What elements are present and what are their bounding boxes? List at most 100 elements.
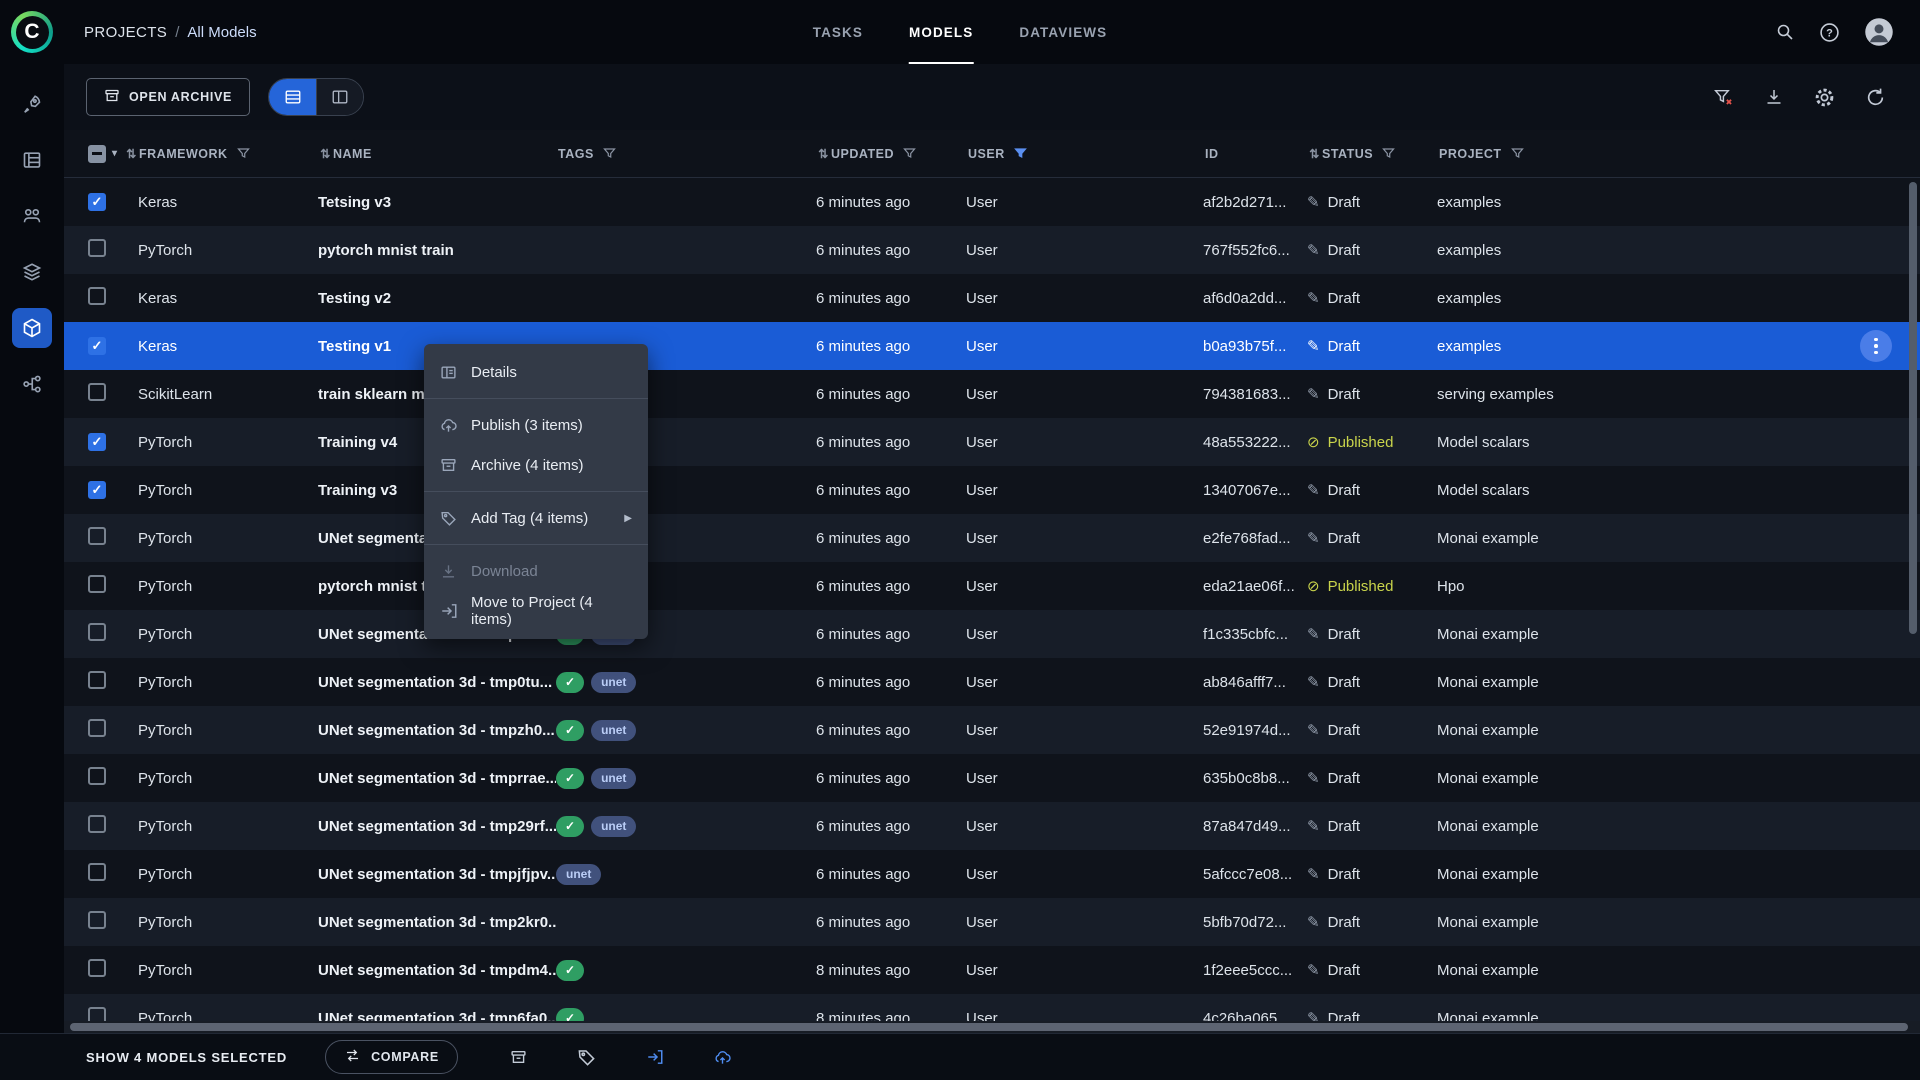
footer-tag-icon[interactable]	[577, 1048, 596, 1067]
vertical-scrollbar-thumb[interactable]	[1909, 182, 1917, 634]
draft-icon: ✎	[1307, 722, 1320, 739]
table-row[interactable]: PyTorch UNet segmentation 3d - tmp0tu...…	[64, 658, 1920, 706]
filter-icon[interactable]	[1013, 147, 1027, 160]
tab-tasks[interactable]: TASKS	[813, 0, 863, 64]
row-menu-button[interactable]	[1860, 330, 1892, 362]
table-row[interactable]: Keras Testing v2 6 minutes ago User af6d…	[64, 274, 1920, 322]
sort-icon[interactable]: ⇅	[126, 147, 137, 161]
table-view-button[interactable]	[269, 79, 317, 115]
row-checkbox[interactable]	[88, 959, 106, 977]
table-row[interactable]: PyTorch UNet segmentat... 6 minutes ago …	[64, 514, 1920, 562]
filter-icon[interactable]	[1510, 147, 1524, 160]
rocket-icon[interactable]	[12, 84, 52, 124]
footer-publish-icon[interactable]	[714, 1049, 731, 1066]
table-row[interactable]: PyTorch UNet segmentation 3d - tmprrae..…	[64, 754, 1920, 802]
column-header-name[interactable]: ⇅ NAME	[318, 130, 556, 177]
card-view-button[interactable]	[316, 79, 364, 115]
select-all-checkbox[interactable]	[88, 144, 106, 163]
column-header-project[interactable]: PROJECT	[1437, 130, 1920, 177]
horizontal-scrollbar-thumb[interactable]	[70, 1023, 1908, 1031]
tab-dataviews[interactable]: DATAVIEWS	[1019, 0, 1107, 64]
table-row[interactable]: ScikitLearn train sklearn mo... 6 minute…	[64, 370, 1920, 418]
table-row[interactable]: PyTorch UNet segmentation 3d - tmpdm4...…	[64, 946, 1920, 994]
table-row[interactable]: PyTorch UNet segmentation 3d - tmp2kr0..…	[64, 898, 1920, 946]
row-checkbox[interactable]	[88, 1007, 106, 1021]
footer-move-to-project-icon[interactable]	[646, 1048, 664, 1066]
table-row[interactable]: PyTorch pytorch mnist tr... 6 minutes ag…	[64, 562, 1920, 610]
column-header-user[interactable]: USER	[966, 130, 1203, 177]
menu-item-move-to-project-4-items[interactable]: Move to Project (4 items)	[424, 591, 648, 631]
row-checkbox[interactable]	[88, 767, 106, 785]
row-checkbox[interactable]	[88, 863, 106, 881]
avatar[interactable]	[1864, 17, 1894, 47]
row-checkbox[interactable]	[88, 383, 106, 401]
models-icon[interactable]	[12, 308, 52, 348]
row-checkbox[interactable]	[88, 193, 106, 211]
table-row[interactable]: PyTorch Training v4 6 minutes ago User 4…	[64, 418, 1920, 466]
updated-cell: 6 minutes ago	[816, 769, 911, 787]
table-row[interactable]: PyTorch UNet segmentation 3d - tmp6fa0..…	[64, 994, 1920, 1021]
breadcrumb-root[interactable]: PROJECTS	[84, 24, 167, 41]
menu-item-publish-3-items[interactable]: Publish (3 items)	[424, 405, 648, 445]
search-icon[interactable]	[1775, 22, 1795, 42]
app-logo[interactable]: C	[0, 0, 64, 64]
row-checkbox[interactable]	[88, 911, 106, 929]
sort-icon[interactable]: ⇅	[1309, 147, 1320, 161]
column-header-updated[interactable]: ⇅ UPDATED	[816, 130, 966, 177]
menu-item-archive-4-items[interactable]: Archive (4 items)	[424, 445, 648, 485]
download-icon[interactable]	[1764, 87, 1784, 107]
compare-button[interactable]: COMPARE	[325, 1040, 458, 1074]
column-header-framework[interactable]: ⇅ FRAMEWORK	[124, 130, 318, 177]
row-checkbox[interactable]	[88, 287, 106, 305]
filter-icon[interactable]	[903, 147, 916, 160]
open-archive-button[interactable]: OPEN ARCHIVE	[86, 78, 251, 116]
filter-icon[interactable]	[1382, 147, 1396, 160]
selection-dropdown-caret[interactable]: ▾	[112, 148, 118, 159]
table-row[interactable]: PyTorch UNet segmentation 3d - tmpzh0...…	[64, 706, 1920, 754]
framework-cell: ScikitLearn	[138, 385, 213, 403]
menu-item-add-tag-4-items[interactable]: Add Tag (4 items) ▶	[424, 498, 648, 538]
column-header-id[interactable]: ID	[1203, 130, 1307, 177]
column-header-status[interactable]: ⇅ STATUS	[1307, 130, 1437, 177]
pipelines-icon[interactable]	[12, 364, 52, 404]
horizontal-scrollbar[interactable]	[64, 1021, 1920, 1033]
tab-models[interactable]: MODELS	[909, 0, 974, 64]
filter-icon[interactable]	[236, 147, 250, 160]
id-cell: e2fe768fad...	[1203, 529, 1291, 547]
datasets-icon[interactable]	[12, 252, 52, 292]
table-row[interactable]: PyTorch Training v3 6 minutes ago User 1…	[64, 466, 1920, 514]
row-checkbox[interactable]	[88, 239, 106, 257]
table-row[interactable]: PyTorch pytorch mnist train 6 minutes ag…	[64, 226, 1920, 274]
table-row[interactable]: PyTorch UNet segmentation 3d - tmprb9d..…	[64, 610, 1920, 658]
footer-archive-icon[interactable]	[510, 1049, 527, 1066]
selection-count-label[interactable]: SHOW 4 MODELS SELECTED	[86, 1050, 287, 1065]
status-label: Published	[1327, 434, 1394, 451]
settings-icon[interactable]	[1814, 87, 1835, 108]
help-icon[interactable]: ?	[1819, 22, 1840, 43]
filter-icon[interactable]	[602, 147, 616, 160]
table-row[interactable]: PyTorch UNet segmentation 3d - tmp29rf..…	[64, 802, 1920, 850]
breadcrumb-current[interactable]: All Models	[187, 24, 256, 41]
row-checkbox[interactable]	[88, 623, 106, 641]
refresh-icon[interactable]	[1865, 87, 1886, 108]
table-row[interactable]: PyTorch UNet segmentation 3d - tmpjfjpv.…	[64, 850, 1920, 898]
table-row[interactable]: Keras Testing v1 6 minutes ago User b0a9…	[64, 322, 1920, 370]
column-header-tags[interactable]: TAGS	[556, 130, 816, 177]
row-checkbox[interactable]	[88, 671, 106, 689]
sort-icon[interactable]: ⇅	[320, 147, 331, 161]
row-checkbox[interactable]	[88, 337, 106, 355]
workers-icon[interactable]	[12, 196, 52, 236]
status-label: Draft	[1327, 626, 1361, 643]
clear-filters-icon[interactable]	[1713, 87, 1734, 108]
row-checkbox[interactable]	[88, 481, 106, 499]
row-checkbox[interactable]	[88, 575, 106, 593]
row-checkbox[interactable]	[88, 433, 106, 451]
row-checkbox[interactable]	[88, 815, 106, 833]
table-row[interactable]: Keras Tetsing v3 6 minutes ago User af2b…	[64, 178, 1920, 226]
menu-item-details[interactable]: Details	[424, 352, 648, 392]
row-checkbox[interactable]	[88, 719, 106, 737]
sort-icon[interactable]: ⇅	[818, 147, 829, 161]
model-name: UNet segmentation 3d - tmp29rf...	[318, 817, 556, 835]
reports-icon[interactable]	[12, 140, 52, 180]
row-checkbox[interactable]	[88, 527, 106, 545]
